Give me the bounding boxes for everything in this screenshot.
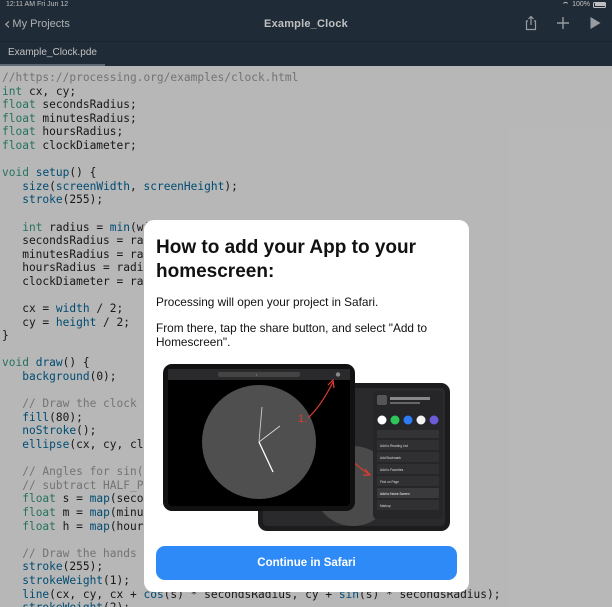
safari-instructions-illustration: Add to Reading List Add Bookmark Add to …: [163, 364, 450, 531]
share-menu-item: Add to Favorites: [380, 468, 404, 472]
dialog-text-1: Processing will open your project in Saf…: [156, 295, 379, 309]
share-menu-item: Find on Page: [380, 480, 399, 484]
step-1-label: 1.: [298, 413, 307, 425]
share-sheet-menu: Add to Reading List Add Bookmark Add to …: [373, 391, 443, 519]
share-menu-item: Add Bookmark: [380, 456, 401, 460]
share-menu-item: Add to Home Screen: [380, 492, 410, 496]
share-menu-item: Markup: [380, 504, 391, 508]
share-menu-item: Add to Reading List: [380, 444, 408, 448]
share-icon-small: [335, 372, 341, 377]
dialog-text-2: From there, tap the share button, and se…: [156, 321, 428, 349]
dialog-title: How to add your App to your homescreen:: [156, 237, 416, 282]
add-to-homescreen-dialog: How to add your App to your homescreen: …: [144, 220, 469, 592]
ipad-front-image: ▪ 1.: [163, 364, 355, 511]
svg-text:▪: ▪: [256, 373, 257, 377]
continue-in-safari-button[interactable]: Continue in Safari: [156, 546, 457, 580]
